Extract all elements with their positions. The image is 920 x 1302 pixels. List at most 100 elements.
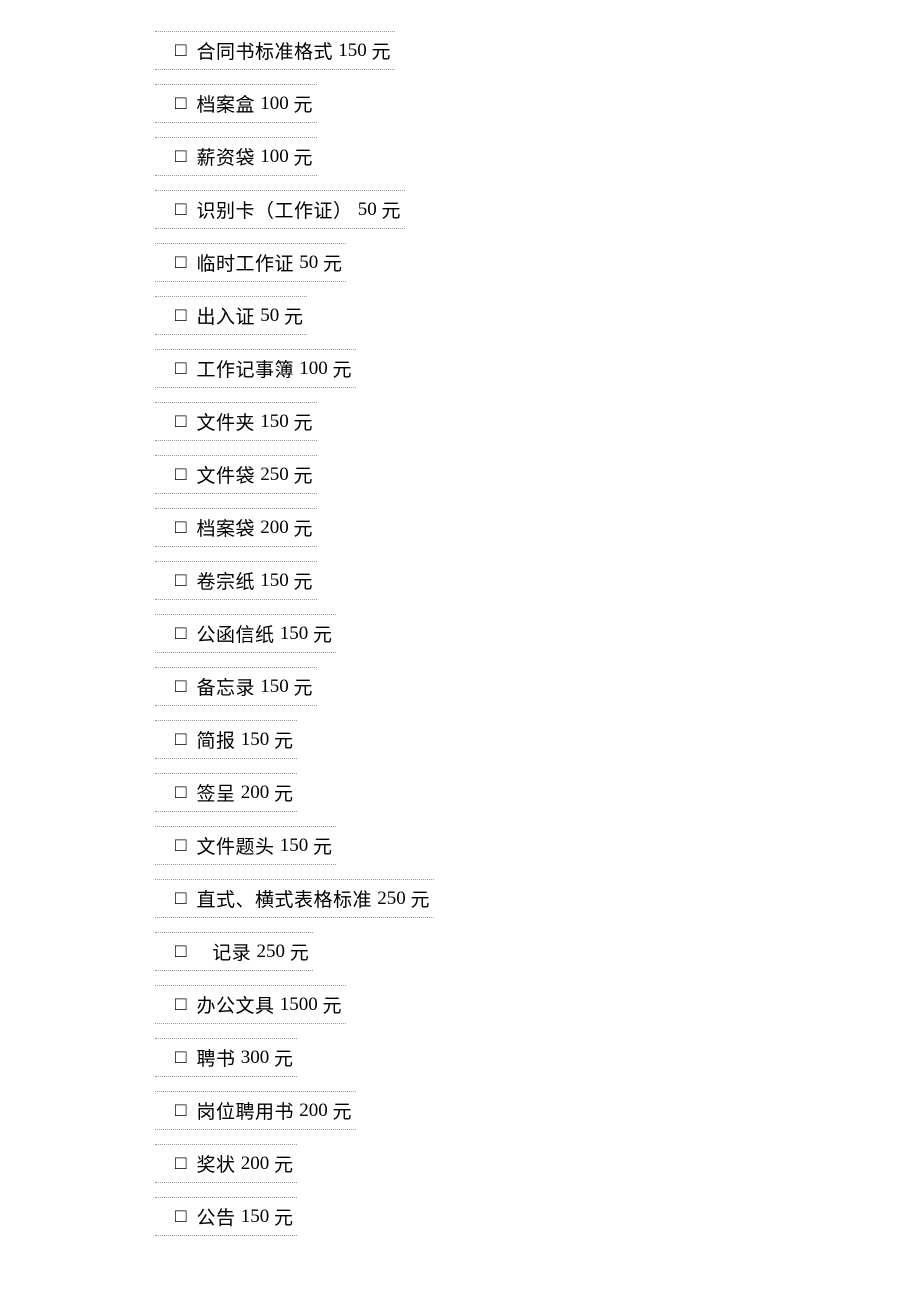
item-value: 150 <box>338 40 367 62</box>
currency-unit: 元 <box>269 779 293 806</box>
item-label: 出入证 <box>196 302 260 329</box>
checkbox-icon[interactable]: □ <box>175 306 186 325</box>
item-value: 200 <box>241 1153 270 1175</box>
expense-item-list: □合同书标准格式 150 元□档案盒 100 元□薪资袋 100 元□识别卡（工… <box>0 24 920 1243</box>
currency-unit: 元 <box>289 673 313 700</box>
currency-unit: 元 <box>377 196 401 223</box>
list-item: □ 办公文具 1500 元 <box>0 978 920 1031</box>
item-label: 签呈 <box>196 779 240 806</box>
list-item: □ 档案盒 100 元 <box>0 77 920 130</box>
item-value: 150 <box>260 411 289 433</box>
item-value: 100 <box>260 93 289 115</box>
currency-unit: 元 <box>285 938 309 965</box>
item-label: 工作记事簿 <box>196 355 299 382</box>
item-label: 聘书 <box>196 1044 240 1071</box>
checkbox-icon[interactable]: □ <box>175 1101 186 1120</box>
checkbox-icon[interactable]: □ <box>175 571 186 590</box>
currency-unit: 元 <box>289 90 313 117</box>
item-value: 200 <box>241 782 270 804</box>
item-label: 文件夹 <box>196 408 260 435</box>
list-item: □ 签呈 200 元 <box>0 766 920 819</box>
item-label: 卷宗纸 <box>196 567 260 594</box>
item-label: 公告 <box>196 1203 240 1230</box>
checkbox-icon[interactable]: □ <box>175 730 186 749</box>
checkbox-icon[interactable]: □ <box>175 147 186 166</box>
item-label: 临时工作证 <box>196 249 299 276</box>
currency-unit: 元 <box>289 514 313 541</box>
item-value: 150 <box>241 1206 270 1228</box>
item-value: 250 <box>257 941 286 963</box>
item-label: 档案盒 <box>196 90 260 117</box>
currency-unit: 元 <box>367 37 391 64</box>
checkbox-icon[interactable]: □ <box>175 836 186 855</box>
item-value: 50 <box>299 252 318 274</box>
item-value: 300 <box>241 1047 270 1069</box>
currency-unit: 元 <box>289 408 313 435</box>
item-label: 岗位聘用书 <box>196 1097 299 1124</box>
item-label: 直式、横式表格标准 <box>196 885 377 912</box>
currency-unit: 元 <box>328 1097 352 1124</box>
item-label: 合同书标准格式 <box>196 37 338 64</box>
checkbox-icon[interactable]: □ <box>175 624 186 643</box>
list-item: □直式、横式表格标准 250 元 <box>0 872 920 925</box>
item-label: 识别卡（工作证） <box>196 196 357 223</box>
list-item: □ 文件夹 150 元 <box>0 395 920 448</box>
item-label: 奖状 <box>196 1150 240 1177</box>
currency-unit: 元 <box>308 832 332 859</box>
list-item: □备忘录 150 元 <box>0 660 920 713</box>
list-item: □ 岗位聘用书 200 元 <box>0 1084 920 1137</box>
list-item: □ 卷宗纸 150 元 <box>0 554 920 607</box>
checkbox-icon[interactable]: □ <box>175 412 186 431</box>
list-item: □文件袋 250 元 <box>0 448 920 501</box>
item-label: 档案袋 <box>196 514 260 541</box>
item-label: 简报 <box>196 726 240 753</box>
checkbox-icon[interactable]: □ <box>175 200 186 219</box>
list-item: □公函信纸 150 元 <box>0 607 920 660</box>
currency-unit: 元 <box>318 991 342 1018</box>
currency-unit: 元 <box>289 567 313 594</box>
checkbox-icon[interactable]: □ <box>175 783 186 802</box>
list-item: □ 奖状 200 元 <box>0 1137 920 1190</box>
checkbox-icon[interactable]: □ <box>175 253 186 272</box>
item-value: 150 <box>241 729 270 751</box>
item-value: 150 <box>260 676 289 698</box>
checkbox-icon[interactable]: □ <box>175 359 186 378</box>
list-item: □公告 150 元 <box>0 1190 920 1243</box>
item-value: 250 <box>260 464 289 486</box>
item-label: 记录 <box>196 938 256 965</box>
list-item: □ 简报 150 元 <box>0 713 920 766</box>
checkbox-icon[interactable]: □ <box>175 41 186 60</box>
checkbox-icon[interactable]: □ <box>175 677 186 696</box>
currency-unit: 元 <box>289 143 313 170</box>
checkbox-icon[interactable]: □ <box>175 94 186 113</box>
item-value: 50 <box>358 199 377 221</box>
currency-unit: 元 <box>269 726 293 753</box>
item-value: 1500 <box>280 994 318 1016</box>
item-value: 150 <box>260 570 289 592</box>
currency-unit: 元 <box>328 355 352 382</box>
currency-unit: 元 <box>308 620 332 647</box>
list-item: □薪资袋 100 元 <box>0 130 920 183</box>
checkbox-icon[interactable]: □ <box>175 942 186 961</box>
checkbox-icon[interactable]: □ <box>175 1154 186 1173</box>
item-label: 文件题头 <box>196 832 279 859</box>
checkbox-icon[interactable]: □ <box>175 889 186 908</box>
checkbox-icon[interactable]: □ <box>175 995 186 1014</box>
item-value: 250 <box>377 888 406 910</box>
item-label: 办公文具 <box>196 991 279 1018</box>
checkbox-icon[interactable]: □ <box>175 1207 186 1226</box>
currency-unit: 元 <box>289 461 313 488</box>
checkbox-icon[interactable]: □ <box>175 465 186 484</box>
checkbox-icon[interactable]: □ <box>175 1048 186 1067</box>
list-item: □档案袋 200 元 <box>0 501 920 554</box>
list-item: □ 识别卡（工作证） 50 元 <box>0 183 920 236</box>
currency-unit: 元 <box>269 1044 293 1071</box>
currency-unit: 元 <box>269 1150 293 1177</box>
item-label: 公函信纸 <box>196 620 279 647</box>
item-label: 薪资袋 <box>196 143 260 170</box>
list-item: □ 记录 250 元 <box>0 925 920 978</box>
list-item: □ 聘书 300 元 <box>0 1031 920 1084</box>
checkbox-icon[interactable]: □ <box>175 518 186 537</box>
list-item: □临时工作证 50 元 <box>0 236 920 289</box>
item-value: 200 <box>299 1100 328 1122</box>
